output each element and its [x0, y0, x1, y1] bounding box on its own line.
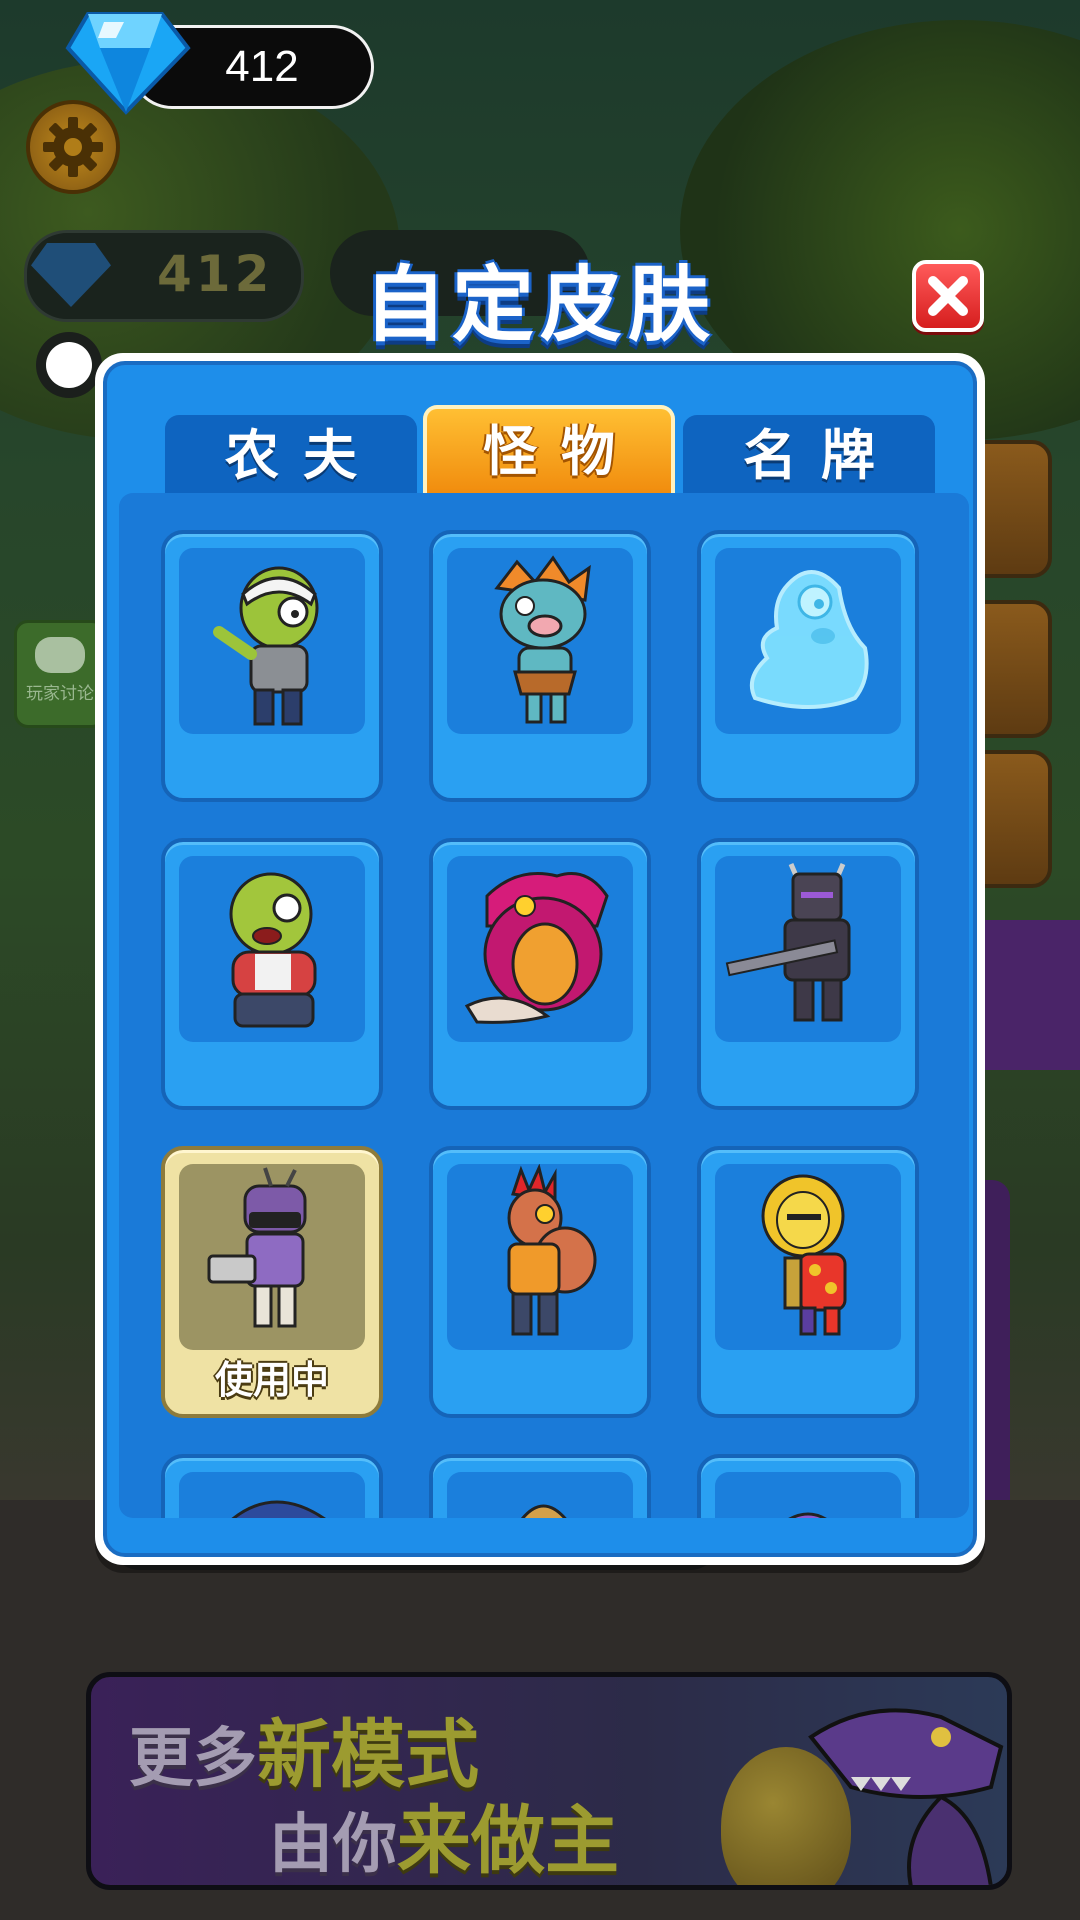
settings-button[interactable]: [26, 100, 120, 194]
skin-preview: [715, 1472, 901, 1518]
gem-icon: [31, 243, 111, 307]
skin-preview: [715, 548, 901, 734]
skin-preview: [715, 856, 901, 1042]
tab-monster[interactable]: 怪物: [423, 405, 675, 497]
skin-card-lion-dancer-zombie[interactable]: [697, 1146, 919, 1418]
purple-zombie-icon: [788, 1512, 827, 1518]
skin-grid: 使用中: [119, 493, 969, 1518]
fat-zombie-icon: [229, 872, 317, 1028]
caveman-zombie-icon: [494, 555, 591, 724]
skin-card-caveman-pig-zombie[interactable]: [429, 530, 651, 802]
skin-card-partial[interactable]: [161, 1454, 383, 1518]
notification-dot: [46, 342, 92, 388]
chat-button-label: 玩家讨论: [26, 684, 94, 704]
skin-card-punk-muscle-zombie[interactable]: [429, 1146, 651, 1418]
skin-preview: [715, 1164, 901, 1350]
skin-status-in-use: 使用中: [214, 1358, 329, 1402]
banner-line-2: 由你来做主: [269, 1781, 619, 1885]
tab-nameplate[interactable]: 名牌: [683, 415, 935, 497]
bandaged-zombie-icon: [213, 566, 319, 726]
crocodile-monster-icon: [808, 1708, 1004, 1885]
close-icon: [928, 276, 968, 316]
slime-ghost-icon: [750, 570, 869, 709]
punk-zombie-icon: [507, 1164, 597, 1336]
skin-preview: [447, 856, 633, 1042]
skin-card-partial[interactable]: [429, 1454, 651, 1518]
skin-card-sea-monster[interactable]: [429, 838, 651, 1110]
close-button[interactable]: [912, 260, 984, 332]
dialog-body: 农夫 怪物 名牌 使用中: [103, 361, 977, 1557]
skin-preview: [179, 856, 365, 1042]
skin-preview: [179, 1164, 365, 1350]
banner-text: 由你: [269, 1808, 397, 1882]
lion-zombie-icon: [761, 1174, 847, 1336]
gear-icon: [43, 117, 103, 177]
player-chat-button[interactable]: 玩家讨论: [14, 620, 106, 728]
bald-zombie-icon: [520, 1504, 567, 1518]
skin-card-cameraman-zombie[interactable]: 使用中: [161, 1146, 383, 1418]
bg-gem-count: 412: [157, 245, 274, 303]
chat-bubble-icon: [35, 637, 85, 673]
dialog-title: 自定皮肤: [363, 258, 716, 353]
skin-preview: [179, 548, 365, 734]
banner-text: 更多: [129, 1722, 257, 1796]
skin-preview: [179, 1472, 365, 1518]
skin-dialog: 农夫 怪物 名牌 使用中: [95, 353, 985, 1565]
dark-knight-icon: [725, 863, 851, 1022]
cameraman-zombie-icon: [207, 1167, 307, 1328]
skin-preview: [447, 1472, 633, 1518]
helmet-zombie-icon: [231, 1500, 326, 1518]
skin-card-slime-ghost[interactable]: [697, 530, 919, 802]
tab-farmer[interactable]: 农夫: [165, 415, 417, 497]
banner-highlight: 来做主: [397, 1798, 619, 1884]
bg-gem-counter: 412: [24, 230, 304, 322]
skin-tabs: 农夫 怪物 名牌: [165, 405, 935, 497]
sea-monster-icon: [464, 872, 609, 1024]
skin-card-dark-knight[interactable]: [697, 838, 919, 1110]
skin-card-partial[interactable]: [697, 1454, 919, 1518]
skin-preview: [447, 548, 633, 734]
skin-preview: [447, 1164, 633, 1350]
skin-card-bandaged-zombie[interactable]: [161, 530, 383, 802]
new-mode-banner[interactable]: 更多新模式 由你来做主: [86, 1672, 1012, 1890]
skin-card-fat-green-zombie[interactable]: [161, 838, 383, 1110]
